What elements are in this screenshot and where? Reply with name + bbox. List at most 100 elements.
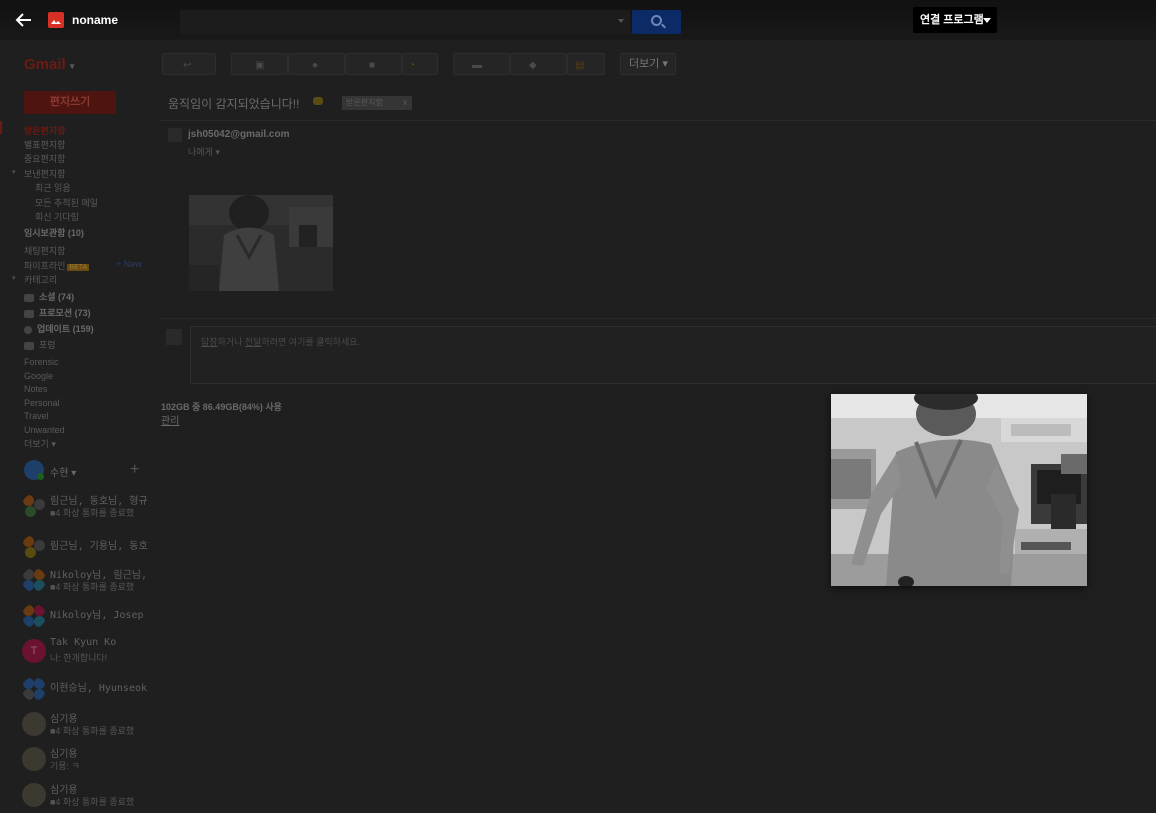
nav-categories[interactable]: 카테고리 [24,273,57,286]
archive-button[interactable]: ▣ [231,53,288,75]
avatar[interactable] [24,460,44,480]
chat-status: ■4 화상 통화를 종료했 [50,797,135,807]
forward-link[interactable]: 전달 [245,337,262,347]
chat-name: 이현승님, Hyunseok [50,683,148,694]
chat-item[interactable]: Nikoloy님, 림근님, ■4 화상 통화를 종료했 [22,564,160,598]
reply-hint-text: 하거나 [217,337,245,347]
search-input[interactable] [180,10,630,34]
more-button[interactable]: 더보기 ▾ [620,53,676,75]
info-icon [24,325,32,334]
search-icon [651,15,662,26]
hangouts-user-name[interactable]: 수현 ▾ [50,464,76,479]
chat-name: 림근님, 기용님, 동호 [50,541,148,552]
folder-icon: ▬ [472,60,482,71]
avatar [22,535,46,559]
snooze-button[interactable]: ◔ [402,53,438,75]
chat-item[interactable]: 심기용 ■4 화상 통화를 종료했 [22,779,160,813]
nav-forums[interactable]: 포럼 [24,338,56,351]
open-with-label: 연결 프로그램 [920,14,984,26]
new-pipeline-link[interactable]: + New [116,259,142,269]
recipient-details[interactable]: 나에게 ▾ [188,145,220,158]
nav-sent[interactable]: 보낸편지함 [24,167,65,180]
reply-hint-suffix: 하려면 여기를 클릭하세요. [261,337,361,347]
gmail-logo-text: Gmail [24,56,66,73]
beta-badge: BETA [67,264,90,271]
reply-box[interactable]: 답장하거나 전달하려면 여기를 클릭하세요. [190,326,1156,384]
chat-item[interactable]: 이현승님, Hyunseok [22,673,160,707]
avatar [22,712,46,736]
nav-updates-label: 업데이트 (159) [37,324,94,334]
sender-email[interactable]: jsh05042@gmail.com [188,129,289,140]
nav-drafts[interactable]: 임시보관함 (10) [24,226,84,239]
nav-label-personal[interactable]: Personal [24,398,60,408]
search-button[interactable] [632,10,681,34]
nav-label-google[interactable]: Google [24,371,53,381]
caret-down-icon[interactable]: ▾ [12,168,16,176]
chevron-down-icon: ▾ [215,147,220,157]
nav-label-unwanted[interactable]: Unwanted [24,425,65,435]
nav-starred[interactable]: 별표편지함 [24,138,65,151]
reply-icon: ↩ [183,60,192,71]
open-with-button[interactable]: 연결 프로그램 [913,7,997,33]
nav-label-travel[interactable]: Travel [24,411,49,421]
delete-button[interactable]: ■ [345,53,402,75]
caret-down-icon[interactable]: ▾ [12,274,16,282]
archive-icon: ▣ [255,60,265,71]
nav-tracked[interactable]: 모든 추적된 메일 [35,196,98,209]
chat-name: 심기용 [50,749,78,760]
manage-storage-link[interactable]: 관리 [161,412,179,427]
nav-label-forensic[interactable]: Forensic [24,357,59,367]
nav-social[interactable]: 소셜 (74) [24,290,74,303]
chat-item[interactable]: 심기용 기용: ㅋ [22,743,160,777]
compose-button[interactable]: 편지쓰기 [24,91,116,114]
report-spam-button[interactable]: ● [288,53,345,75]
clock-icon: ◔ [409,60,416,71]
active-indicator [0,121,2,134]
chat-item[interactable]: 심기용 ■4 화상 통화를 종료했 [22,708,160,742]
nav-more[interactable]: 더보기 ▾ [24,437,56,450]
move-to-button[interactable]: ▬ [453,53,510,75]
chat-name: 심기용 [50,785,78,796]
nav-promotions-label: 프로모션 (73) [39,308,91,318]
gmail-logo[interactable]: Gmail ▾ [24,56,74,73]
chevron-down-icon: ▾ [71,468,77,479]
back-arrow-icon[interactable] [14,10,34,30]
chat-item[interactable]: 림근님, 기용님, 동호 [22,531,160,565]
reply-button[interactable]: ↩ [162,53,216,75]
nav-recently-read[interactable]: 최근 읽음 [35,181,71,194]
chat-item[interactable]: 림근님, 동호님, 형규 ■4 화상 통화를 종료했 [22,490,160,524]
more-label: 더보기 [629,58,660,70]
close-icon[interactable]: x [403,96,407,110]
chat-name: Nikoloy님, 림근님, [50,570,148,581]
avatar [22,677,46,701]
chat-item[interactable]: Nikoloy님, Josep [22,600,160,634]
avatar [22,747,46,771]
reply-link[interactable]: 답장 [201,337,218,347]
important-marker-icon[interactable] [313,97,323,105]
previewed-image[interactable] [831,394,1087,586]
nav-label-notes[interactable]: Notes [24,384,48,394]
nav-updates[interactable]: 업데이트 (159) [24,322,94,335]
labels-button[interactable]: ◆ [510,53,567,75]
nav-promotions[interactable]: 프로모션 (73) [24,306,91,319]
label-chip-text: 받은편지함 [346,98,383,107]
chat-name: 심기용 [50,714,78,725]
attachment-image [189,195,333,291]
attachment-thumbnail[interactable] [189,195,333,291]
chat-name: 림근님, 동호님, 형규 [50,496,148,507]
add-chat-icon[interactable]: + [130,461,139,479]
label-chip: 받은편지함 x [342,96,412,110]
nav-important[interactable]: 중요편지함 [24,152,65,165]
tasks-button[interactable]: ▤ [567,53,605,75]
nav-awaiting-reply[interactable]: 회신 기다림 [35,210,79,223]
nav-chats[interactable]: 채팅편지함 [24,244,65,257]
nav-pipeline-label: 파이프라인 [24,261,66,271]
nav-pipeline[interactable]: 파이프라인 BETA [24,259,90,272]
chat-name: Tak Kyun Ko [50,637,117,648]
search-options-icon[interactable] [618,19,624,23]
avatar [166,329,182,345]
chevron-down-icon [983,18,991,23]
chat-item[interactable]: T Tak Kyun Ko 나: 한개합니다! [22,635,160,669]
nav-inbox[interactable]: 받은편지함 [24,124,65,137]
chat-status: ■4 화상 통화를 종료했 [50,582,135,592]
